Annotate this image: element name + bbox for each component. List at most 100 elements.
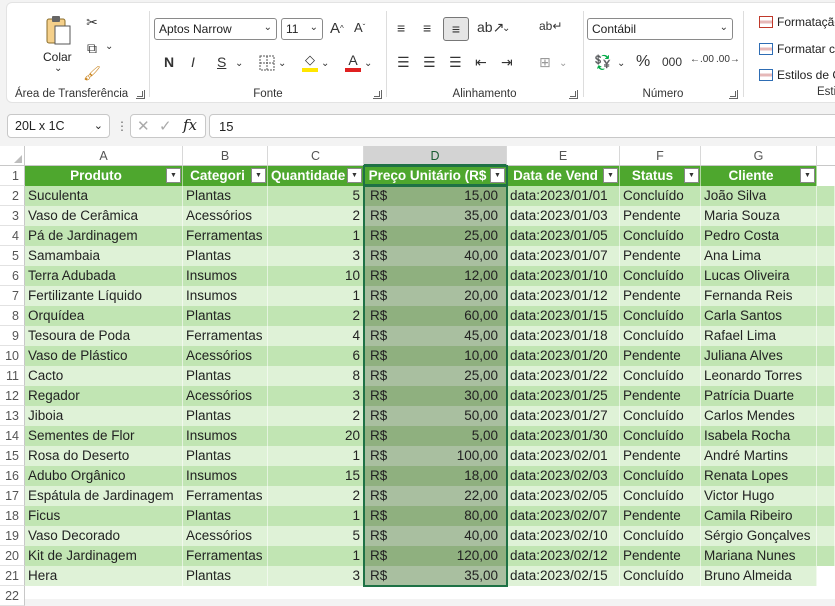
table-cell[interactable]: Concluído	[620, 266, 701, 286]
table-cell[interactable]	[817, 246, 835, 266]
table-cell[interactable]: R$ 5,00	[364, 426, 507, 446]
table-cell[interactable]: 6	[268, 346, 364, 366]
table-cell[interactable]	[817, 526, 835, 546]
table-cell[interactable]: data:2023/01/22	[507, 366, 620, 386]
borders-icon[interactable]	[258, 54, 276, 72]
table-cell[interactable]: 2	[268, 206, 364, 226]
align-top-icon[interactable]: ≡	[397, 20, 405, 36]
table-cell[interactable]: Terra Adubada	[25, 266, 183, 286]
table-cell[interactable]: R$ 25,00	[364, 226, 507, 246]
row-header-18[interactable]: 18	[0, 506, 25, 526]
table-cell[interactable]: Acessórios	[183, 386, 268, 406]
table-cell[interactable]: Orquídea	[25, 306, 183, 326]
table-cell[interactable]: 2	[268, 486, 364, 506]
table-cell[interactable]	[817, 406, 835, 426]
row-header-7[interactable]: 7	[0, 286, 25, 306]
table-cell[interactable]	[817, 366, 835, 386]
copy-dropdown-icon[interactable]: ⌄	[105, 41, 113, 52]
table-cell[interactable]: Concluído	[620, 406, 701, 426]
table-cell[interactable]: Bruno Almeida	[701, 566, 817, 586]
table-cell[interactable]: 1	[268, 546, 364, 566]
table-cell[interactable]: Plantas	[183, 506, 268, 526]
table-cell[interactable]: Sérgio Gonçalves	[701, 526, 817, 546]
table-cell[interactable]: R$ 20,00	[364, 286, 507, 306]
table-cell[interactable]: Pendente	[620, 246, 701, 266]
table-cell[interactable]: R$ 15,00	[364, 186, 507, 206]
format-painter-icon[interactable]: 🖌	[83, 64, 101, 82]
table-cell[interactable]: Leonardo Torres	[701, 366, 817, 386]
paste-icon[interactable]	[43, 13, 73, 47]
insert-function-icon[interactable]: fx	[183, 116, 197, 134]
table-cell[interactable]: Carla Santos	[701, 306, 817, 326]
table-cell[interactable]: Ferramentas	[183, 226, 268, 246]
align-bottom-icon[interactable]: ≡	[443, 17, 469, 41]
table-cell[interactable]: 3	[268, 386, 364, 406]
table-cell[interactable]: data:2023/01/07	[507, 246, 620, 266]
row-header-5[interactable]: 5	[0, 246, 25, 266]
formula-input[interactable]: 15	[209, 114, 835, 138]
table-cell[interactable]: Kit de Jardinagem	[25, 546, 183, 566]
number-format-select[interactable]: Contábil ⌄	[587, 18, 733, 40]
table-cell[interactable]	[817, 346, 835, 366]
row-header-11[interactable]: 11	[0, 366, 25, 386]
table-cell[interactable]: Samambaia	[25, 246, 183, 266]
fill-color-icon[interactable]: ◇	[301, 52, 319, 72]
number-launcher-icon[interactable]	[729, 90, 738, 99]
increase-decimal-icon[interactable]: ←.00	[690, 54, 714, 65]
table-cell[interactable]: data:2023/02/12	[507, 546, 620, 566]
table-cell[interactable]: 1	[268, 446, 364, 466]
row-header-13[interactable]: 13	[0, 406, 25, 426]
table-cell[interactable]: R$ 22,00	[364, 486, 507, 506]
column-header-h[interactable]	[817, 146, 835, 166]
decrease-decimal-icon[interactable]: .00→	[716, 54, 740, 65]
conditional-formatting-button[interactable]: Formatação	[759, 15, 835, 29]
table-cell[interactable]: Concluído	[620, 326, 701, 346]
table-cell[interactable]: 2	[268, 406, 364, 426]
table-cell[interactable]: 1	[268, 286, 364, 306]
table-cell[interactable]: Pá de Jardinagem	[25, 226, 183, 246]
select-all-button[interactable]	[0, 146, 25, 166]
table-cell[interactable]: Concluído	[620, 486, 701, 506]
table-cell[interactable]: 3	[268, 246, 364, 266]
table-cell[interactable]: data:2023/01/30	[507, 426, 620, 446]
underline-dropdown-icon[interactable]: ⌄	[235, 58, 243, 69]
table-cell[interactable]: Ferramentas	[183, 326, 268, 346]
table-cell[interactable]: Ferramentas	[183, 486, 268, 506]
filter-dropdown-icon[interactable]: ▼	[166, 168, 181, 183]
table-cell[interactable]	[817, 226, 835, 246]
row-header-16[interactable]: 16	[0, 466, 25, 486]
table-cell[interactable]: Concluído	[620, 226, 701, 246]
row-header-10[interactable]: 10	[0, 346, 25, 366]
table-cell[interactable]: 1	[268, 226, 364, 246]
table-cell[interactable]: Vaso Decorado	[25, 526, 183, 546]
table-cell[interactable]: Plantas	[183, 366, 268, 386]
table-cell[interactable]	[817, 546, 835, 566]
table-cell[interactable]: Suculenta	[25, 186, 183, 206]
table-cell[interactable]: Fertilizante Líquido	[25, 286, 183, 306]
column-header-e[interactable]: E	[507, 146, 620, 166]
clipboard-launcher-icon[interactable]	[136, 90, 145, 99]
table-cell[interactable]: Concluído	[620, 306, 701, 326]
fill-color-dropdown-icon[interactable]: ⌄	[321, 58, 329, 69]
row-header-22[interactable]: 22	[0, 586, 25, 606]
table-cell[interactable]: Carlos Mendes	[701, 406, 817, 426]
table-cell[interactable]: 1	[268, 506, 364, 526]
table-cell[interactable]	[817, 326, 835, 346]
format-as-table-button[interactable]: Formatar co	[759, 42, 835, 56]
table-cell[interactable]: R$ 80,00	[364, 506, 507, 526]
row-header-14[interactable]: 14	[0, 426, 25, 446]
table-cell[interactable]: Acessórios	[183, 206, 268, 226]
column-header-g[interactable]: G	[701, 146, 817, 166]
table-cell[interactable]: Mariana Nunes	[701, 546, 817, 566]
filter-dropdown-icon[interactable]: ▼	[684, 168, 699, 183]
table-cell[interactable]: Tesoura de Poda	[25, 326, 183, 346]
table-cell[interactable]	[817, 286, 835, 306]
align-left-icon[interactable]: ☰	[397, 54, 410, 71]
column-header-b[interactable]: B	[183, 146, 268, 166]
enter-icon[interactable]: ✓	[159, 117, 172, 135]
table-cell[interactable]: Camila Ribeiro	[701, 506, 817, 526]
more-options-icon[interactable]: ⋮	[116, 119, 128, 133]
table-cell[interactable]: Ferramentas	[183, 546, 268, 566]
table-cell[interactable]: Plantas	[183, 186, 268, 206]
table-cell[interactable]: R$ 40,00	[364, 246, 507, 266]
